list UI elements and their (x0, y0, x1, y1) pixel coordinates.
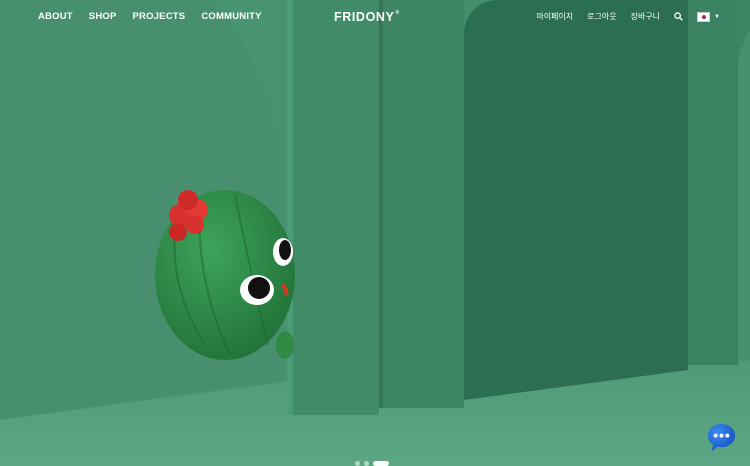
slide-dot-3-active[interactable] (373, 461, 389, 466)
top-navigation: ABOUT SHOP PROJECTS COMMUNITY FRIDONY® 마… (0, 0, 750, 34)
logo-text: FRIDONY (334, 10, 395, 24)
main-menu: ABOUT SHOP PROJECTS COMMUNITY (38, 11, 262, 22)
hero-scene-illustration (0, 0, 750, 466)
mypage-link[interactable]: 마이페이지 (536, 11, 573, 22)
registered-mark: ® (395, 10, 400, 16)
logout-link[interactable]: 로그아웃 (587, 11, 616, 22)
caret-down-icon: ▼ (714, 13, 720, 20)
cart-link[interactable]: 장바구니 (631, 11, 660, 22)
nav-shop[interactable]: SHOP (89, 11, 117, 22)
nav-about[interactable]: ABOUT (38, 11, 73, 22)
cactus-character-illustration (155, 190, 295, 360)
language-selector[interactable]: ▼ (697, 11, 720, 22)
slide-dot-2[interactable] (364, 461, 369, 466)
slider-pagination (355, 461, 389, 466)
chat-bubble-icon[interactable] (706, 422, 737, 453)
korea-flag-icon (697, 11, 711, 22)
nav-projects[interactable]: PROJECTS (133, 11, 186, 22)
brand-logo[interactable]: FRIDONY® (334, 10, 400, 24)
search-icon[interactable] (674, 12, 683, 21)
user-menu: 마이페이지 로그아웃 장바구니 ▼ (536, 11, 720, 22)
nav-community[interactable]: COMMUNITY (201, 11, 261, 22)
slide-dot-1[interactable] (355, 461, 360, 466)
